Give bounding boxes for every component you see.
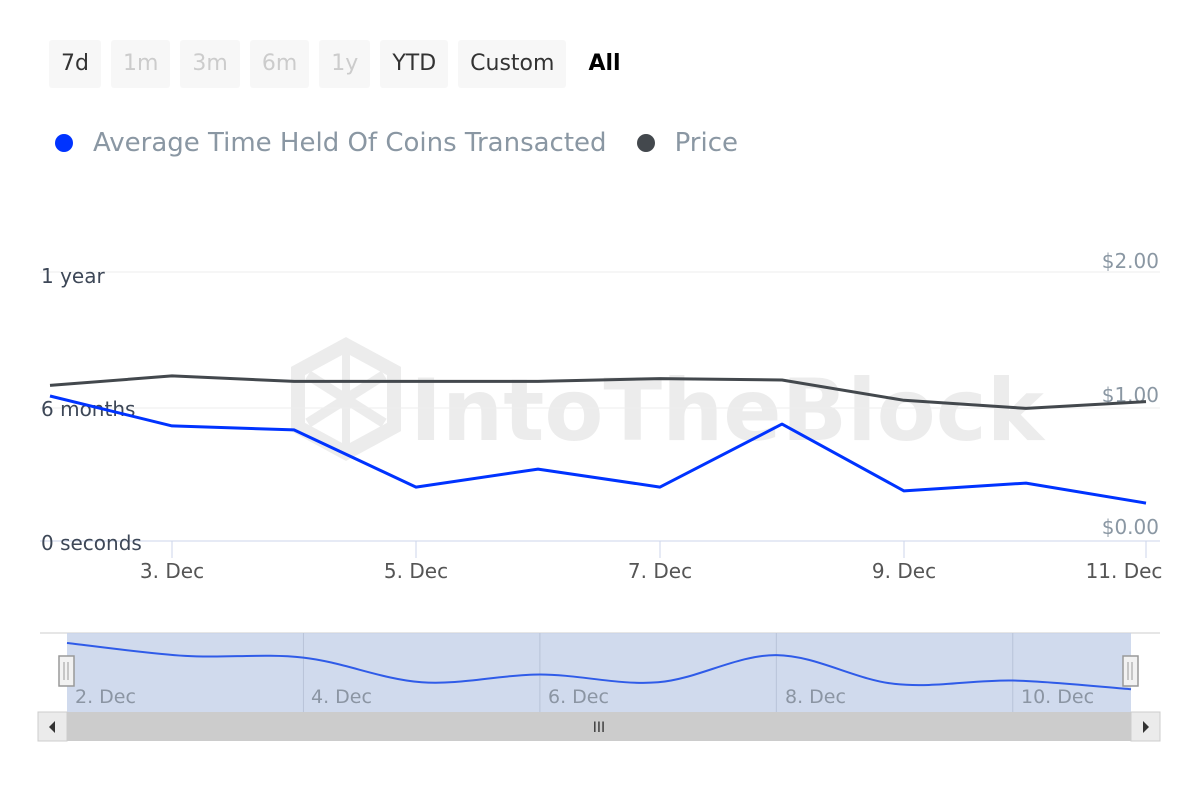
data-point-time-held[interactable] (900, 487, 908, 495)
data-point-price[interactable] (290, 377, 298, 385)
navigator-label-2-dec: 2. Dec (75, 686, 136, 708)
navigator-handle-right[interactable] (1122, 655, 1139, 687)
navigator-handle-left[interactable] (58, 655, 75, 687)
data-point-time-held[interactable] (656, 483, 664, 491)
x-axis-label-5-dec: 5. Dec (384, 559, 448, 583)
data-point-price[interactable] (168, 372, 176, 380)
watermark-logo-icon (291, 337, 401, 461)
scrollbar: III (37, 711, 1161, 742)
data-point-price[interactable] (46, 381, 54, 389)
navigator-label-6-dec: 6. Dec (548, 686, 609, 708)
right-axis-label-2: $2.00 (1102, 249, 1159, 273)
navigator: 2. Dec 4. Dec 6. Dec 8. Dec 10. Dec (40, 632, 1160, 713)
watermark-text: IntoTheBlock (410, 361, 1046, 461)
right-axis-label-0: $0.00 (1102, 515, 1159, 539)
chart-svg: IntoTheBlock 1 year 6 months 0 seconds $… (37, 249, 1163, 742)
data-point-price[interactable] (534, 377, 542, 385)
data-point-time-held[interactable] (1142, 499, 1150, 507)
x-axis-label-11-dec: 11. Dec (1086, 559, 1163, 583)
data-point-time-held[interactable] (290, 426, 298, 434)
navigator-label-4-dec: 4. Dec (311, 686, 372, 708)
x-axis-label-3-dec: 3. Dec (140, 559, 204, 583)
scrollbar-thumb-grip-icon: III (593, 720, 605, 736)
x-axis-label-7-dec: 7. Dec (628, 559, 692, 583)
data-point-time-held[interactable] (1022, 479, 1030, 487)
left-axis-label-1-year: 1 year (41, 264, 105, 288)
left-axis-label-0-seconds: 0 seconds (41, 531, 142, 555)
data-point-time-held[interactable] (778, 420, 786, 428)
navigator-label-8-dec: 8. Dec (785, 686, 846, 708)
data-point-time-held[interactable] (534, 465, 542, 473)
data-point-price[interactable] (900, 396, 908, 404)
data-point-price[interactable] (1022, 404, 1030, 412)
data-point-price[interactable] (412, 377, 420, 385)
data-point-time-held[interactable] (168, 422, 176, 430)
data-point-price[interactable] (778, 376, 786, 384)
navigator-label-10-dec: 10. Dec (1021, 686, 1094, 708)
data-point-time-held[interactable] (412, 483, 420, 491)
x-axis-label-9-dec: 9. Dec (872, 559, 936, 583)
left-axis-label-6-months: 6 months (41, 397, 135, 421)
data-point-time-held[interactable] (46, 392, 54, 400)
data-point-price[interactable] (1142, 398, 1150, 406)
data-point-price[interactable] (656, 375, 664, 383)
